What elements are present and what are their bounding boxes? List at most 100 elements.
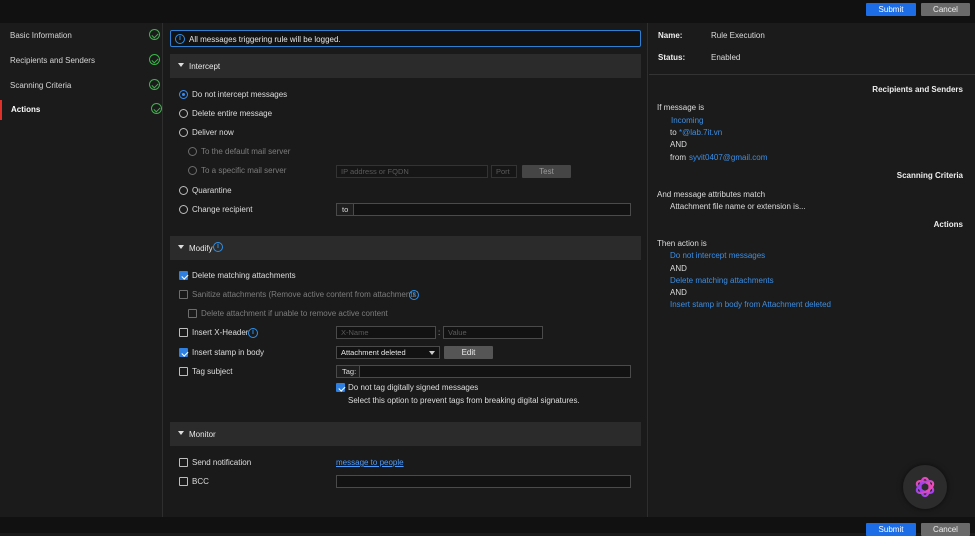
checkbox[interactable] [179,290,188,299]
caret-down-icon [178,245,184,249]
no-tag-hint: Select this option to prevent tags from … [348,396,580,405]
tag-label: Tag: [336,365,360,378]
to-value: *@lab.7it.vn [679,128,723,137]
checkbox-bcc[interactable]: BCC [179,475,279,489]
option-label: Deliver now [192,128,234,137]
tag-subject-input[interactable] [359,365,631,378]
step-scanning-criteria[interactable]: Scanning Criteria [0,76,163,96]
info-icon[interactable]: i [248,328,258,338]
submit-button[interactable]: Submit [866,3,916,16]
option-label: Send notification [192,458,252,467]
edit-stamp-button[interactable]: Edit [444,346,493,359]
x-header-value-input[interactable]: Value [443,326,543,339]
name-value: Rule Execution [711,31,765,40]
checkbox-insert-stamp[interactable]: Insert stamp in body [179,346,329,360]
submit-button-bottom[interactable]: Submit [866,523,916,536]
action-3: Insert stamp in body from Attachment del… [670,300,831,309]
radio-button[interactable] [179,128,188,137]
checkbox[interactable] [179,348,188,357]
assistant-fab-button[interactable] [903,465,947,509]
info-banner-text: All messages triggering rule will be log… [189,35,341,44]
radio-deliver-now[interactable]: Deliver now [179,126,379,140]
checkbox-delete-if-unable[interactable]: Delete attachment if unable to remove ac… [188,307,388,321]
x-header-name-input[interactable]: X-Name [336,326,436,339]
radio-quarantine[interactable]: Quarantine [179,184,379,198]
checkbox-insert-x-header[interactable]: Insert X-Header i [179,326,269,340]
step-label: Recipients and Senders [10,56,95,65]
radio-button[interactable] [179,186,188,195]
checkbox[interactable] [179,328,188,337]
chevron-down-icon [429,351,435,355]
checkbox-sanitize-attachments[interactable]: Sanitize attachments (Remove active cont… [179,288,424,302]
option-label: Sanitize attachments (Remove active cont… [192,290,420,299]
bcc-input[interactable] [336,475,631,488]
radio-default-mail-server[interactable]: To the default mail server [188,145,388,159]
radio-button[interactable] [179,109,188,118]
status-value: Enabled [711,53,741,62]
checkbox-tag-subject[interactable]: Tag subject [179,365,329,379]
radio-change-recipient[interactable]: Change recipient [179,203,329,217]
check-circle-icon [149,54,160,65]
section-title: Modify [189,244,213,253]
checkbox-send-notification[interactable]: Send notification [179,456,329,470]
attachment-criteria: Attachment file name or extension is... [670,202,806,211]
then-action: Then action is [657,239,707,248]
step-basic-information[interactable]: Basic Information [0,26,163,46]
checkbox[interactable] [179,367,188,376]
step-label: Scanning Criteria [10,81,72,90]
and-connector: AND [670,288,687,297]
rule-summary-panel [649,23,975,517]
checkbox[interactable] [179,271,188,280]
status-key: Status: [658,53,686,62]
change-recipient-input[interactable] [353,203,631,216]
option-label: Tag subject [192,367,233,376]
option-label: Quarantine [192,186,232,195]
radio-button[interactable] [188,147,197,156]
bottom-toolbar [0,517,975,533]
assistant-logo-icon [915,476,935,498]
radio-button[interactable] [188,166,197,175]
message-to-people-link[interactable]: message to people [336,458,404,467]
option-label: Delete matching attachments [192,271,296,280]
info-banner: i All messages triggering rule will be l… [170,30,641,47]
section-title: Intercept [189,62,221,71]
attributes-match: And message attributes match [657,190,766,199]
and-connector: AND [670,264,687,273]
checkbox[interactable] [336,383,345,392]
monitor-section-header[interactable]: Monitor [170,422,641,446]
top-toolbar [0,0,975,23]
option-label: To the default mail server [201,147,291,156]
option-label: To a specific mail server [201,166,287,175]
step-actions[interactable]: Actions [0,100,163,120]
checkbox-no-tag-signed[interactable]: Do not tag digitally signed messages [336,381,596,395]
port-input[interactable]: Port [491,165,517,178]
info-icon[interactable]: i [213,242,223,252]
checkbox-delete-matching-attachments[interactable]: Delete matching attachments [179,269,379,283]
checkbox[interactable] [179,477,188,486]
checkbox[interactable] [179,458,188,467]
caret-down-icon [178,431,184,435]
step-label: Actions [11,105,41,114]
recipients-heading: Recipients and Senders [872,85,963,94]
cancel-button-bottom[interactable]: Cancel [921,523,970,536]
ip-address-input[interactable]: IP address or FQDN [336,165,488,178]
check-circle-icon [149,29,160,40]
to-label: to [336,203,354,216]
incoming-value: Incoming [671,116,704,125]
test-button[interactable]: Test [522,165,571,178]
step-recipients-senders[interactable]: Recipients and Senders [0,51,163,71]
radio-do-not-intercept[interactable]: Do not intercept messages [179,88,379,102]
checkbox[interactable] [188,309,197,318]
option-label: Delete entire message [192,109,273,118]
intercept-section-header[interactable]: Intercept [170,54,641,78]
modify-section-header[interactable]: Modify i [170,236,641,260]
info-icon[interactable]: i [409,290,419,300]
radio-button[interactable] [179,205,188,214]
stamp-select[interactable]: Attachment deleted [336,346,440,359]
radio-delete-entire-message[interactable]: Delete entire message [179,107,379,121]
option-label: Do not intercept messages [192,90,288,99]
from-value: syvit0407@gmail.com [689,153,768,162]
cancel-button[interactable]: Cancel [921,3,970,16]
check-circle-icon [151,103,162,114]
radio-button[interactable] [179,90,188,99]
